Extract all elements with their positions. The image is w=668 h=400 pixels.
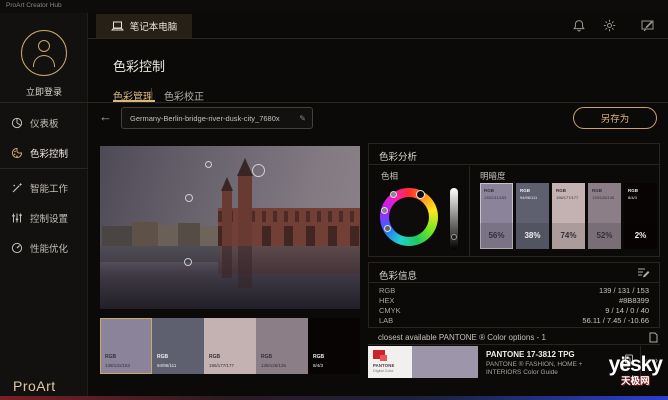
color-info-panel: 色彩信息 RGB139 / 131 / 153 HEX#8B8399 CMYK9…: [368, 262, 660, 328]
edit-pencil-icon[interactable]: ✎: [299, 114, 306, 123]
proart-creator-hub-window: ProArt Creator Hub 立即登录 仪表板 色彩控制: [0, 0, 668, 400]
notification-bell-icon[interactable]: [573, 19, 585, 32]
person-icon: [38, 40, 50, 52]
back-arrow-icon[interactable]: ←: [99, 109, 112, 124]
percent-value: 52%: [588, 223, 621, 249]
palette-swatch-1[interactable]: RGB139/131/153: [100, 318, 152, 374]
filename-text: Germany-Berlin-bridge-river-dusk-city_76…: [130, 114, 299, 123]
laptop-icon: [111, 21, 124, 32]
palette-icon: [11, 147, 23, 159]
lightness-slider[interactable]: [450, 188, 458, 250]
palette-swatch-2[interactable]: RGB94/96/111: [152, 318, 204, 374]
sample-point-3[interactable]: [185, 194, 193, 202]
window-title: ProArt Creator Hub: [6, 2, 62, 9]
brightness-swatch-2[interactable]: RGB94/96/111 38%: [516, 183, 549, 249]
sidebar-item-color-control[interactable]: 色彩控制: [0, 138, 88, 168]
image-preview: [100, 146, 360, 309]
sample-point-2[interactable]: [252, 164, 265, 177]
palette-swatch-5[interactable]: RGB8/4/3: [308, 318, 360, 374]
feedback-icon[interactable]: [641, 19, 655, 32]
slider-knob[interactable]: [451, 234, 457, 240]
brightness-swatch-1[interactable]: RGB139/131/153 56%: [480, 183, 513, 249]
copy-icon[interactable]: [648, 332, 658, 343]
pantone-logo-card: PANTONE Digital Color: [368, 346, 412, 378]
sidebar-divider: [0, 168, 88, 169]
user-avatar[interactable]: [21, 30, 67, 76]
color-analysis-title: 色彩分析: [379, 149, 417, 163]
gauge-icon: [11, 242, 23, 254]
hue-label: 色相: [381, 170, 398, 182]
percent-value: 38%: [516, 223, 549, 249]
magic-wand-icon: [11, 182, 23, 194]
device-tab-laptop[interactable]: 笔记本电脑: [96, 14, 192, 38]
pantone-heading: closest available PANTONE ® Color option…: [378, 333, 546, 342]
color-analysis-panel: 色彩分析 色相 明暗度 RGB139/131/153 56% RGB94/96/…: [368, 143, 660, 257]
settings-gear-icon[interactable]: [603, 19, 616, 32]
watermark: yësky 天极网: [609, 354, 662, 387]
pantone-color-swatch: [412, 346, 478, 378]
login-link[interactable]: 立即登录: [0, 85, 88, 98]
page-title: 色彩控制: [113, 56, 165, 75]
edit-list-icon[interactable]: [637, 267, 650, 278]
palette-swatch-3[interactable]: RGB196/177/177: [204, 318, 256, 374]
pantone-color-name: PANTONE 17-3812 TPG: [486, 350, 575, 359]
sample-point-4[interactable]: [184, 258, 192, 266]
pantone-logo-icon: [373, 350, 385, 359]
percent-value: 2%: [624, 223, 657, 249]
proart-logo: ProArt: [13, 378, 56, 394]
bottom-gradient-strip: [0, 396, 668, 400]
hue-dot-3[interactable]: [381, 207, 388, 214]
brightness-label: 明暗度: [480, 170, 506, 182]
sliders-icon: [11, 212, 23, 224]
sidebar: 立即登录 仪表板 色彩控制 智能工作: [0, 13, 88, 400]
percent-value: 74%: [552, 223, 585, 249]
percent-value: 56%: [480, 223, 513, 249]
sidebar-item-control-settings[interactable]: 控制设置: [0, 203, 88, 233]
sidebar-item-smart-work[interactable]: 智能工作: [0, 173, 88, 203]
save-as-button[interactable]: 另存为: [573, 107, 657, 129]
tab-color-calibration[interactable]: 色彩校正: [164, 88, 204, 103]
hue-wheel[interactable]: [380, 188, 438, 246]
hue-dot-4[interactable]: [384, 225, 391, 232]
window-titlebar: ProArt Creator Hub: [0, 0, 668, 13]
hue-dot-2[interactable]: [390, 191, 397, 198]
sample-point-1[interactable]: [205, 161, 212, 168]
color-info-title: 色彩信息: [379, 268, 417, 282]
palette-swatch-4[interactable]: RGB139/126/135: [256, 318, 308, 374]
brightness-swatch-4[interactable]: RGB139/126/135 52%: [588, 183, 621, 249]
brightness-swatch-5[interactable]: RGB8/4/3 2%: [624, 183, 657, 249]
hue-dot-selected[interactable]: [416, 190, 425, 199]
sidebar-item-performance[interactable]: 性能优化: [0, 233, 88, 263]
sidebar-item-dashboard[interactable]: 仪表板: [0, 108, 88, 138]
filename-field[interactable]: Germany-Berlin-bridge-river-dusk-city_76…: [121, 107, 313, 129]
dashboard-icon: [11, 117, 23, 129]
brightness-swatch-3[interactable]: RGB196/177/177 74%: [552, 183, 585, 249]
